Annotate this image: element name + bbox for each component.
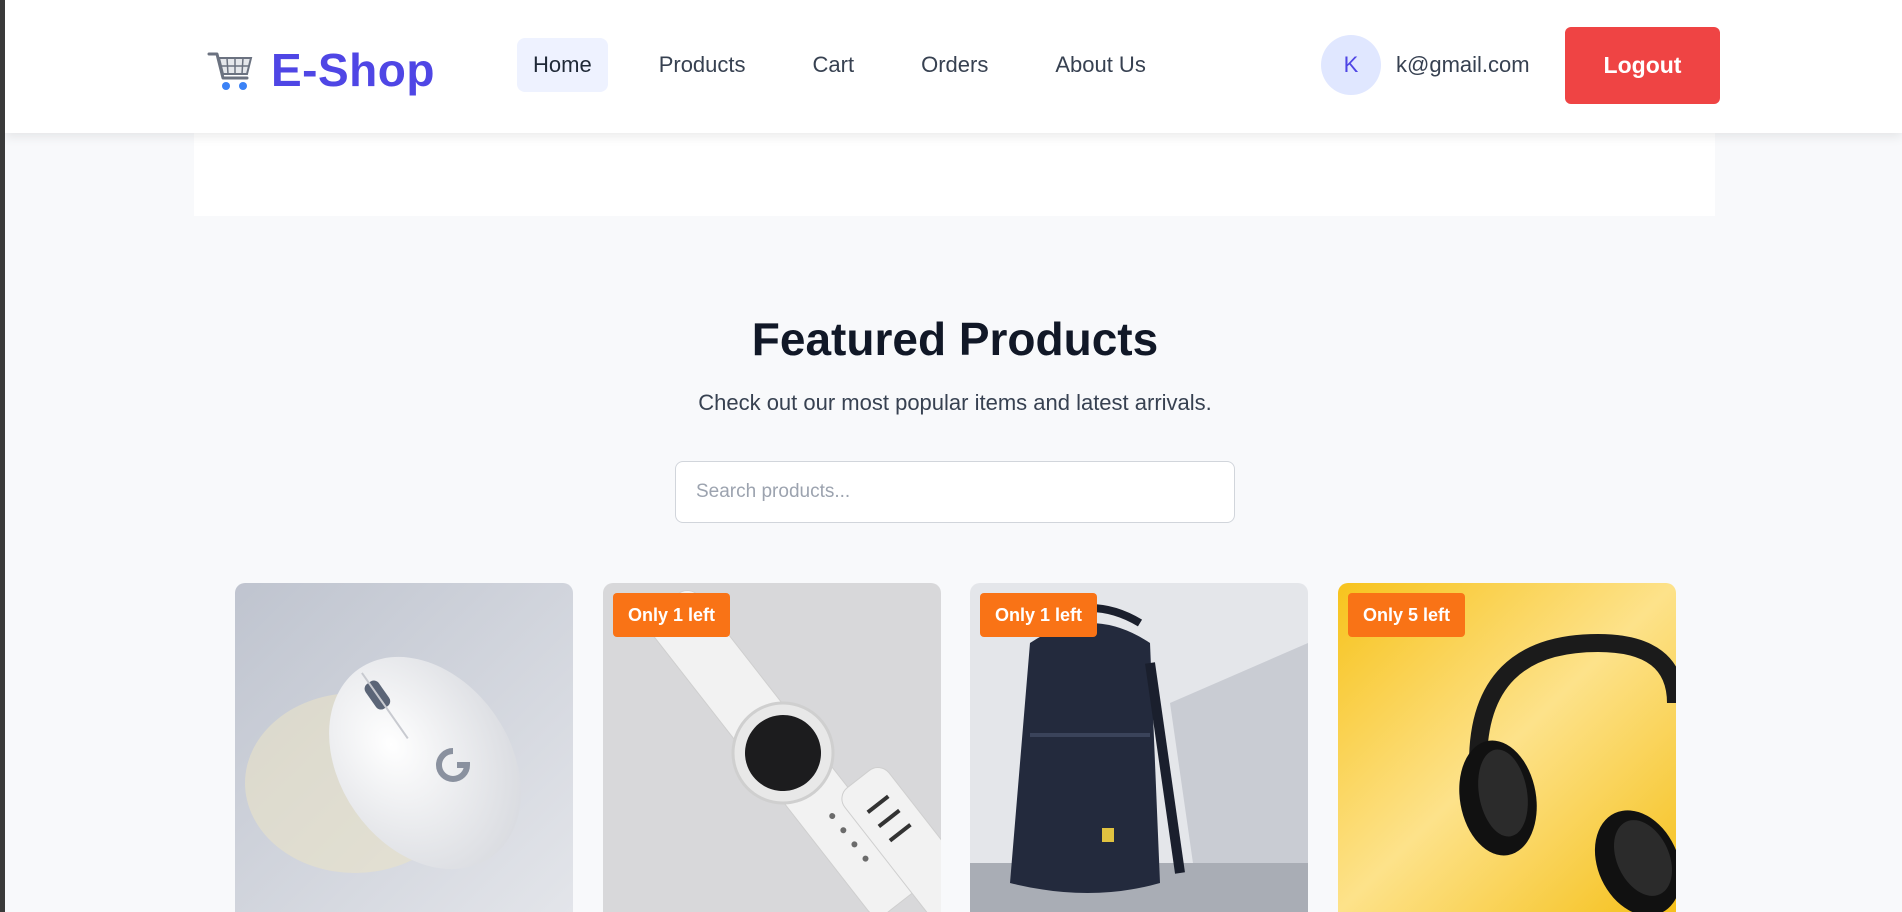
stock-badge: Only 1 left (613, 593, 731, 637)
nav-home[interactable]: Home (517, 38, 608, 92)
featured-subtitle: Check out our most popular items and lat… (698, 390, 1212, 415)
avatar[interactable]: K (1321, 35, 1381, 95)
product-card[interactable]: Only 1 left (603, 583, 941, 912)
products-grid: Only 1 left Only 1 left Only 5 left (0, 583, 1902, 912)
stock-badge: Only 1 left (980, 593, 1098, 637)
featured-title: Featured Products (751, 313, 1159, 365)
logout-button[interactable]: Logout (1565, 27, 1720, 104)
nav-cart[interactable]: Cart (797, 38, 871, 92)
logo[interactable]: E-Shop (205, 40, 435, 100)
user-info: K k@gmail.com (1321, 35, 1530, 95)
nav-about-us[interactable]: About Us (1039, 38, 1162, 92)
logo-text: E-Shop (271, 44, 435, 96)
product-card[interactable] (235, 583, 573, 912)
user-email: k@gmail.com (1396, 52, 1530, 77)
nav-products[interactable]: Products (643, 38, 762, 92)
nav-orders[interactable]: Orders (905, 38, 1004, 92)
white-mouse-image (235, 583, 573, 912)
window-edge (0, 0, 5, 912)
product-card[interactable]: Only 5 left (1338, 583, 1676, 912)
hero-section (194, 130, 1715, 216)
navbar: E-Shop Home Products Cart Orders About U… (5, 0, 1902, 133)
shopping-cart-icon (205, 44, 257, 96)
search-input[interactable] (675, 461, 1235, 523)
main-nav: Home Products Cart Orders About Us (517, 38, 1197, 92)
product-card[interactable]: Only 1 left (970, 583, 1308, 912)
stock-badge: Only 5 left (1348, 593, 1466, 637)
